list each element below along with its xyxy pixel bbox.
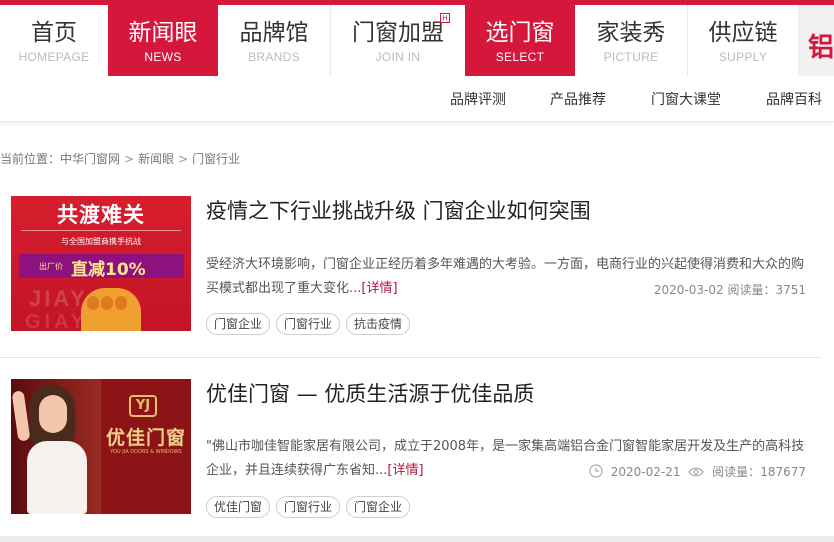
breadcrumb-home[interactable]: 中华门窗网 bbox=[60, 152, 120, 166]
bottom-divider bbox=[0, 536, 834, 542]
breadcrumb-label: 当前位置： bbox=[0, 152, 61, 166]
model-photo bbox=[11, 379, 101, 514]
nav-item-label: 新闻眼 bbox=[128, 20, 198, 46]
article-tags: 门窗企业 门窗行业 抗击疫情 bbox=[206, 313, 416, 335]
nav-item-sublabel: SUPPLY bbox=[718, 50, 768, 64]
nav-item-label: 首页 bbox=[31, 20, 77, 46]
thumbnail-divider bbox=[21, 230, 181, 231]
tag[interactable]: 门窗行业 bbox=[276, 313, 341, 335]
article-more-link[interactable]: [详情] bbox=[387, 463, 423, 478]
nav-item-sublabel: HOMEPAGE bbox=[18, 50, 90, 64]
nav-item-label: 门窗加盟 bbox=[352, 20, 444, 46]
hot-badge-icon: H bbox=[440, 13, 450, 23]
thumbnail-subline: 与全国加盟商携手抗战 bbox=[61, 237, 141, 246]
nav-item-sublabel: NEWS bbox=[144, 50, 182, 64]
subnav-item-product-recommend[interactable]: 产品推荐 bbox=[550, 89, 606, 109]
tag[interactable]: 门窗行业 bbox=[276, 496, 341, 518]
thumbnail-price-band: 出厂价 直减10% bbox=[19, 254, 184, 280]
article-views-label: 阅读量： bbox=[712, 465, 761, 479]
article-thumbnail[interactable]: 共渡难关 与全国加盟商携手抗战 出厂价 直减10% JIAYOU GIAYOU bbox=[11, 196, 191, 331]
nav-item-label: 供应链 bbox=[708, 20, 778, 46]
nav-item-home[interactable]: 首页 HOMEPAGE bbox=[0, 5, 108, 76]
breadcrumb-news[interactable]: 新闻眼 bbox=[138, 152, 174, 166]
article-views: 3751 bbox=[775, 283, 806, 297]
tag[interactable]: 门窗企业 bbox=[346, 496, 411, 518]
tag[interactable]: 优佳门窗 bbox=[206, 496, 271, 518]
article-date: 2020-03-02 bbox=[653, 283, 724, 297]
breadcrumb-separator: > bbox=[178, 152, 189, 166]
thumbnail-headline: 共渡难关 bbox=[57, 203, 145, 227]
tag[interactable]: 抗击疫情 bbox=[346, 313, 411, 335]
breadcrumb: 当前位置：中华门窗网 > 新闻眼 > 门窗行业 bbox=[0, 150, 240, 167]
subnav-item-window-class[interactable]: 门窗大课堂 bbox=[651, 89, 721, 109]
article-meta: 2020-03-02 阅读量：3751 bbox=[654, 281, 806, 298]
fist-illustration-icon bbox=[81, 288, 141, 331]
sub-nav: 品牌评测 产品推荐 门窗大课堂 品牌百科 bbox=[0, 76, 834, 122]
brand-logo[interactable]: 铝 bbox=[798, 5, 834, 76]
article-meta: 2020-02-21 阅读量：187677 bbox=[589, 463, 806, 480]
nav-item-label: 品牌馆 bbox=[239, 20, 309, 46]
nav-item-sublabel: PICTURE bbox=[603, 50, 659, 64]
tag[interactable]: 门窗企业 bbox=[206, 313, 271, 335]
article-more-link[interactable]: [详情] bbox=[361, 281, 397, 296]
eye-icon bbox=[688, 467, 705, 477]
nav-item-select[interactable]: 选门窗 SELECT bbox=[465, 5, 575, 76]
subnav-item-brand-review[interactable]: 品牌评测 bbox=[450, 89, 506, 109]
nav-item-sublabel: JOIN IN bbox=[375, 50, 421, 64]
nav-item-sublabel: SELECT bbox=[495, 50, 545, 64]
thumbnail-band-prefix: 出厂价 bbox=[39, 262, 63, 271]
article-title[interactable]: 优佳门窗 — 优质生活源于优佳品质 bbox=[206, 381, 534, 407]
article-views-label: 阅读量： bbox=[727, 283, 776, 297]
subnav-item-brand-wiki[interactable]: 品牌百科 bbox=[766, 89, 822, 109]
nav-item-supply[interactable]: 供应链 SUPPLY bbox=[688, 5, 798, 76]
thumbnail-logo-en: YOU JIA DOORS & WINDOWS bbox=[110, 449, 182, 455]
article-divider bbox=[0, 357, 822, 358]
article-date: 2020-02-21 bbox=[610, 465, 681, 479]
article-views: 187677 bbox=[760, 465, 806, 479]
nav-item-label: 家装秀 bbox=[596, 20, 666, 46]
thumbnail-logo-text: 优佳门窗 bbox=[105, 427, 186, 449]
breadcrumb-separator: > bbox=[124, 152, 135, 166]
clock-icon bbox=[589, 464, 603, 478]
nav-item-picture[interactable]: 家装秀 PICTURE bbox=[575, 5, 687, 76]
article-title[interactable]: 疫情之下行业挑战升级 门窗企业如何突围 bbox=[206, 198, 591, 224]
breadcrumb-industry[interactable]: 门窗行业 bbox=[192, 152, 240, 166]
article-tags: 优佳门窗 门窗行业 门窗企业 bbox=[206, 496, 416, 518]
article-thumbnail[interactable]: YJ 优佳门窗 YOU JIA DOORS & WINDOWS bbox=[11, 379, 191, 514]
nav-item-news[interactable]: 新闻眼 NEWS bbox=[108, 5, 218, 76]
brand-logo-char: 铝 bbox=[808, 33, 834, 63]
brand-mark-icon: YJ bbox=[129, 395, 157, 417]
nav-item-sublabel: BRANDS bbox=[248, 50, 300, 64]
nav-item-label: 选门窗 bbox=[485, 20, 555, 46]
thumbnail-band-text: 直减10% bbox=[71, 260, 146, 280]
nav-item-brands[interactable]: 品牌馆 BRANDS bbox=[218, 5, 330, 76]
